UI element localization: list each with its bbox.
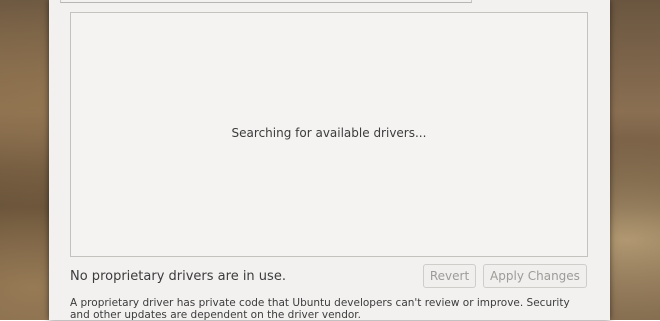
revert-button[interactable]: Revert (423, 264, 476, 288)
apply-changes-button[interactable]: Apply Changes (483, 264, 587, 288)
additional-drivers-window: Searching for available drivers... No pr… (49, 0, 610, 321)
driver-status-text: No proprietary drivers are in use. (70, 269, 286, 284)
proprietary-driver-info: A proprietary driver has private code th… (70, 297, 570, 321)
driver-list-panel[interactable]: Searching for available drivers... (70, 12, 588, 257)
tab-strip (60, 0, 472, 3)
searching-status: Searching for available drivers... (231, 126, 427, 140)
